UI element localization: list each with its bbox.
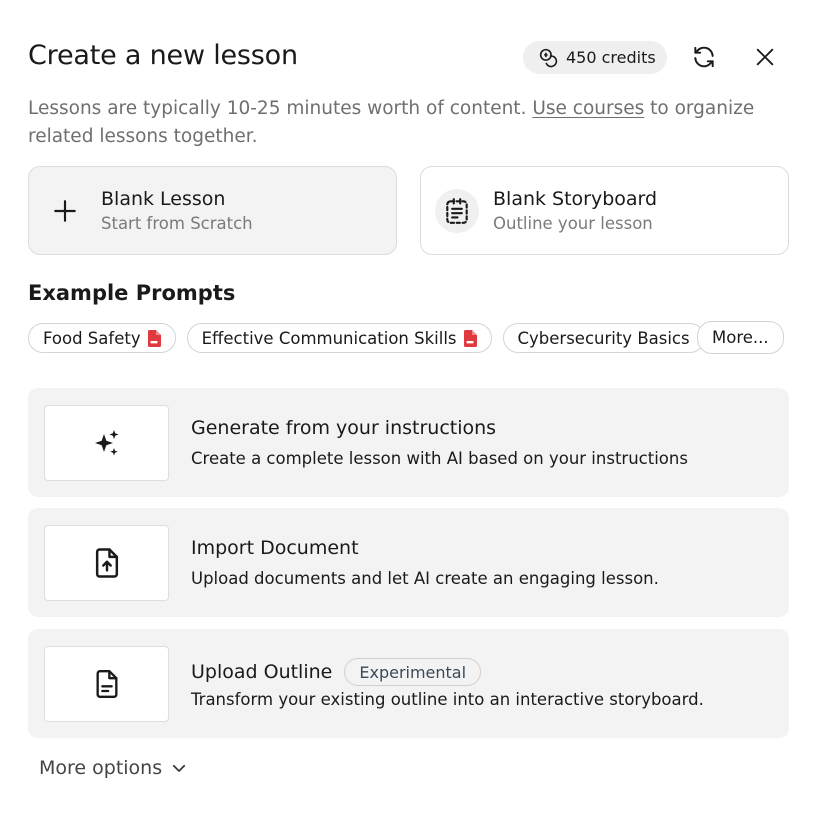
prompt-chip-food-safety[interactable]: Food Safety [28, 323, 176, 353]
chevron-down-icon [173, 764, 186, 772]
sparkles-icon [94, 430, 118, 456]
credits-label: 450 credits [566, 48, 656, 67]
chip-label: Food Safety [43, 328, 141, 348]
card-text: Blank Storyboard Outline your lesson [493, 188, 657, 233]
outline-desc: Transform your existing outline into an … [191, 690, 704, 709]
dialog-title: Create a new lesson [28, 40, 298, 71]
dialog-subtitle: Lessons are typically 10-25 minutes wort… [28, 95, 788, 151]
close-button[interactable] [749, 40, 781, 74]
plus-icon [54, 199, 76, 222]
blank-lesson-title: Blank Lesson [101, 188, 226, 210]
more-options-toggle[interactable]: More options [39, 757, 188, 779]
outline-title-row: Upload Outline Experimental [191, 658, 482, 686]
card-icon-wrap [29, 198, 101, 224]
blank-lesson-sub: Start from Scratch [101, 214, 253, 233]
more-options-label: More options [39, 757, 163, 779]
option-icon-box [44, 525, 169, 601]
upload-outline-option[interactable]: Upload Outline Experimental Transform yo… [28, 629, 789, 738]
import-desc: Upload documents and let AI create an en… [191, 569, 659, 588]
generate-option[interactable]: Generate from your instructions Create a… [28, 388, 789, 497]
blank-storyboard-card[interactable]: Blank Storyboard Outline your lesson [420, 166, 789, 255]
experimental-badge: Experimental [344, 658, 482, 686]
chip-label: Cybersecurity Basics [517, 328, 690, 348]
generate-title: Generate from your instructions [191, 417, 497, 439]
refresh-button[interactable] [688, 40, 720, 74]
subtitle-text: Lessons are typically 10-25 minutes wort… [28, 98, 533, 119]
pdf-icon [147, 329, 161, 347]
refresh-icon [694, 46, 714, 68]
example-prompts-title: Example Prompts [28, 281, 236, 305]
credits-badge[interactable]: 450 credits [523, 41, 667, 74]
document-icon [96, 670, 118, 698]
prompt-chip-communication[interactable]: Effective Communication Skills [186, 323, 492, 353]
create-lesson-dialog: Create a new lesson 450 credits Lessons … [0, 0, 820, 817]
storyboard-icon [446, 197, 468, 224]
use-courses-link[interactable]: Use courses [532, 98, 644, 119]
outline-title: Upload Outline [191, 661, 333, 683]
blank-lesson-card[interactable]: Blank Lesson Start from Scratch [28, 166, 397, 255]
file-upload-icon [95, 548, 118, 578]
storyboard-icon-circle [435, 188, 479, 233]
prompt-chip-cybersecurity[interactable]: Cybersecurity Basics [502, 323, 705, 353]
prompt-chips: Food Safety Effective Communication Skil… [28, 321, 784, 355]
blank-storyboard-title: Blank Storyboard [493, 188, 658, 210]
option-icon-box [44, 646, 169, 722]
generate-desc: Create a complete lesson with AI based o… [191, 449, 688, 468]
option-icon-box [44, 405, 169, 481]
blank-storyboard-sub: Outline your lesson [493, 214, 653, 233]
pdf-icon [463, 329, 477, 347]
card-text: Blank Lesson Start from Scratch [101, 188, 253, 233]
credits-icon [539, 48, 558, 68]
card-icon-wrap [421, 188, 493, 233]
more-prompts-button[interactable]: More... [697, 321, 784, 354]
import-document-option[interactable]: Import Document Upload documents and let… [28, 508, 789, 617]
close-icon [756, 48, 774, 66]
import-title: Import Document [191, 537, 359, 559]
chip-label: Effective Communication Skills [201, 328, 457, 348]
